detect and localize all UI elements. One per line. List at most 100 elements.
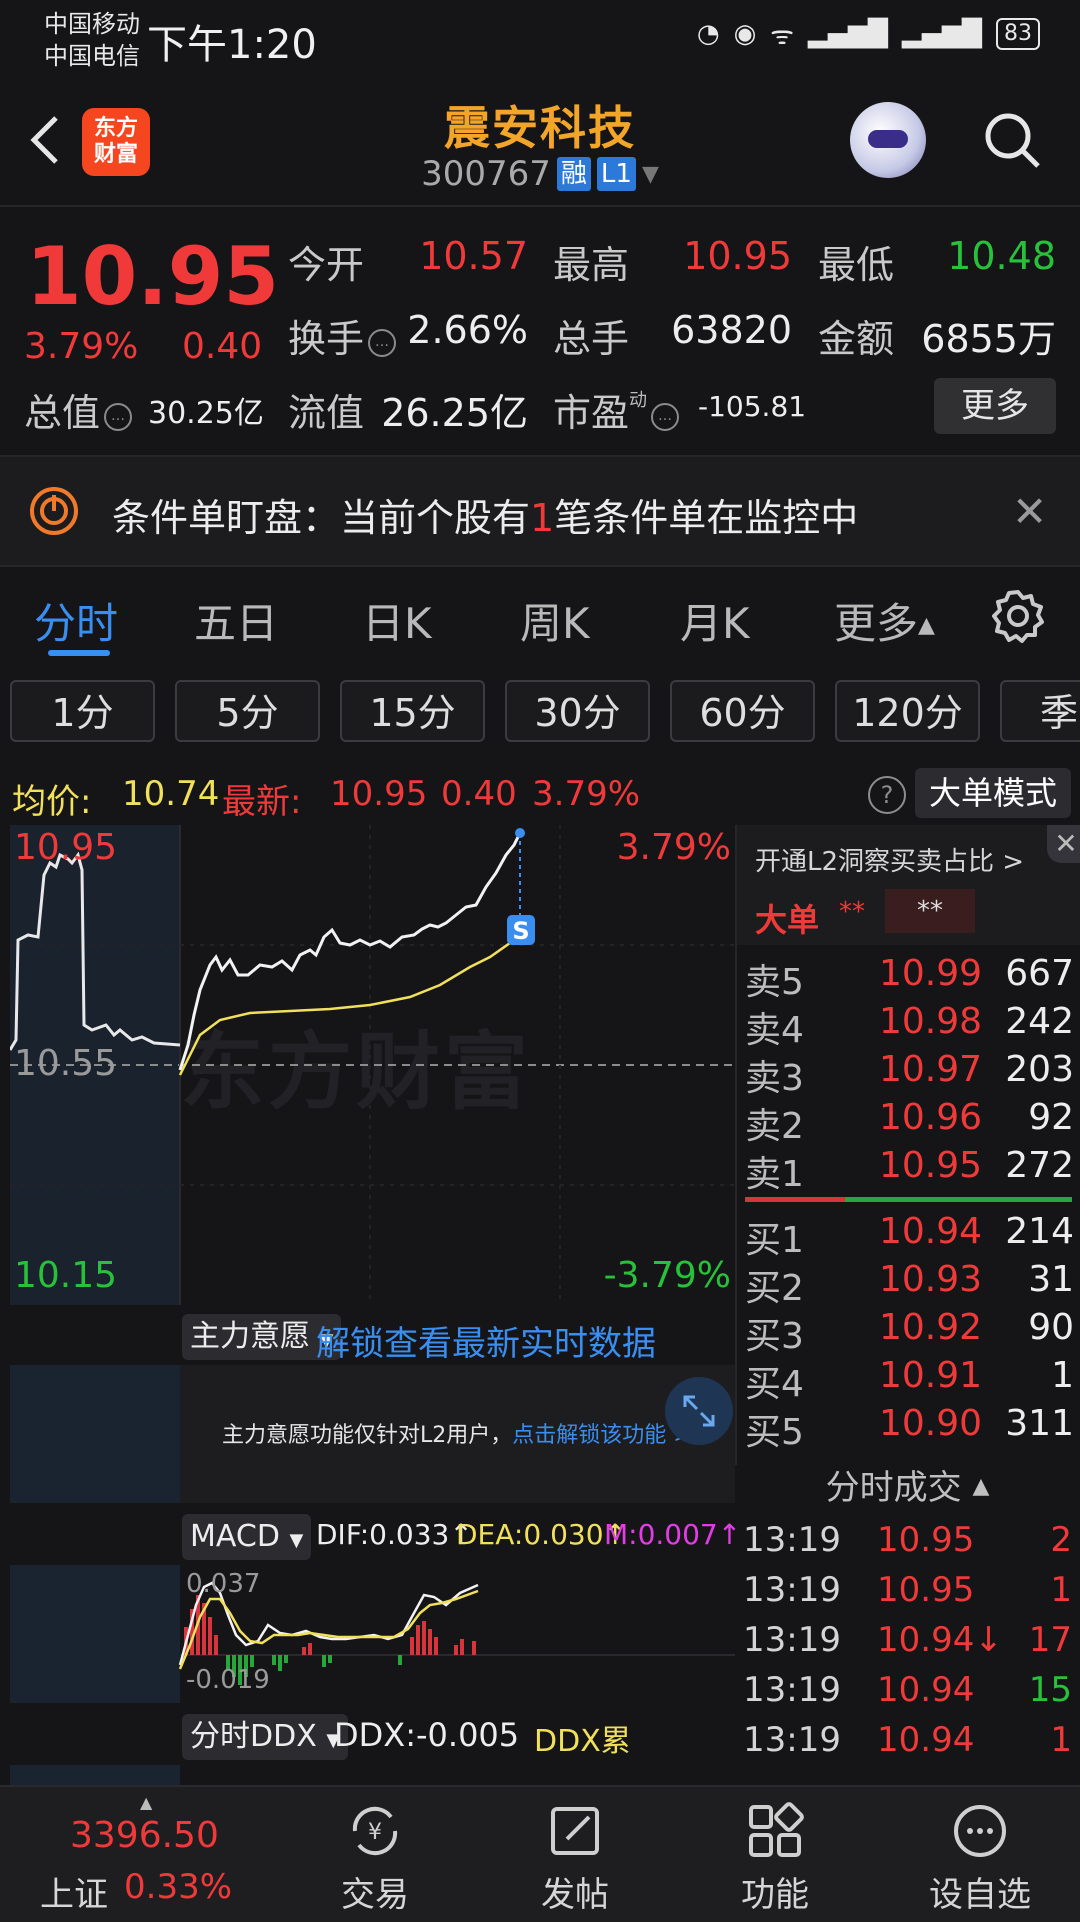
tick-price: 10.95 (877, 1520, 975, 1560)
tick-row[interactable]: 13:19 10.94 15 (735, 1670, 1080, 1718)
macd-chart[interactable]: 0.037 -0.019 (10, 1565, 735, 1703)
tick-price: 10.95 (877, 1570, 975, 1610)
tab-five-day[interactable]: 五日 (194, 590, 278, 651)
unlock-link[interactable]: 解锁查看最新实时数据 (316, 1316, 656, 1365)
tick-title[interactable]: 分时成交 ▲ (735, 1460, 1080, 1509)
order-row[interactable]: 买2 10.93 31 (737, 1259, 1080, 1309)
close-icon[interactable]: ✕ (1047, 825, 1080, 863)
order-row[interactable]: 卖5 10.99 667 (737, 953, 1080, 1003)
pre-market-zone (10, 1765, 180, 1785)
period-30min[interactable]: 30分 (505, 680, 650, 742)
nav-trade[interactable]: ¥ 交易 (300, 1787, 450, 1922)
condition-order-alert[interactable]: 条件单盯盘：当前个股有1笔条件单在监控中 ✕ (0, 455, 1080, 567)
caret-up-icon: ▲ (972, 1474, 990, 1499)
big-order-mode-button[interactable]: 大单模式 (915, 768, 1071, 818)
tick-row[interactable]: 13:19 10.95 2 (735, 1520, 1080, 1568)
pe-value: -105.81 (698, 390, 807, 423)
avg-label: 均价: (12, 782, 92, 822)
period-60min[interactable]: 60分 (670, 680, 815, 742)
turnover-label[interactable]: 换手… (288, 308, 397, 363)
tick-row[interactable]: 13:19 10.94 1 (735, 1720, 1080, 1768)
robot-avatar-icon[interactable] (850, 102, 926, 178)
low-value: 10.48 (947, 234, 1056, 278)
quote-panel: 10.95 3.79% 0.40 今开 10.57 最高 10.95 最低 10… (0, 210, 1080, 450)
high-label: 最高 (553, 243, 630, 287)
tick-price: 10.94 (877, 1670, 975, 1710)
order-level: 买2 (745, 1268, 804, 1309)
order-row[interactable]: 买3 10.92 90 (737, 1307, 1080, 1357)
tab-daily-k[interactable]: 日K (362, 590, 432, 651)
period-quarter[interactable]: 季 (1000, 680, 1080, 742)
clock: 下午1:20 (147, 22, 317, 68)
eye-icon: ◉ (733, 19, 757, 49)
chart-top-price: 10.95 (14, 827, 118, 868)
tab-monthly-k[interactable]: 月K (680, 590, 750, 651)
info-icon: … (104, 403, 133, 431)
order-row[interactable]: 买5 10.90 311 (737, 1403, 1080, 1453)
more-button[interactable]: 更多 (934, 378, 1056, 434)
open-label: 今开 (288, 243, 365, 287)
pe-label[interactable]: 市盈动… (553, 382, 680, 437)
signal-icon-2: ▂▄▆█ (902, 19, 982, 49)
carrier-1: 中国移动 (44, 10, 140, 38)
intraday-chart[interactable]: 东方财富 S 10.95 10.55 10.15 3.79% -3.79% (10, 825, 735, 1305)
period-15min[interactable]: 15分 (340, 680, 485, 742)
macd-selector[interactable]: MACD ▼ (182, 1514, 312, 1560)
close-icon[interactable]: ✕ (1012, 487, 1047, 536)
order-row[interactable]: 卖3 10.97 203 (737, 1049, 1080, 1099)
price-summary-row: 均价: 10.74 最新: 10.95 0.40 3.79% ? 大单模式 (0, 768, 1080, 822)
l2-link[interactable]: 开通L2洞察买卖占比 > (755, 841, 1024, 878)
order-price: 10.96 (879, 1097, 983, 1138)
grid-apps-icon (749, 1802, 804, 1857)
expand-icon[interactable] (665, 1377, 733, 1445)
locked-message: 主力意愿功能仅针对L2用户，点击解锁该功能 > (222, 1423, 692, 1448)
tab-weekly-k[interactable]: 周K (520, 590, 590, 651)
tab-indicator (48, 650, 110, 656)
ddx-selector[interactable]: 分时DDX ▼ (182, 1714, 349, 1760)
tick-row[interactable]: 13:19 10.95 1 (735, 1570, 1080, 1618)
order-level: 卖1 (745, 1154, 804, 1195)
tick-volume: 15 (1028, 1670, 1072, 1710)
tick-row[interactable]: 13:19 10.94↓ 17 (735, 1620, 1080, 1668)
signal-dot (515, 828, 525, 838)
wifi-icon: ᯤ (770, 21, 795, 51)
info-icon: … (651, 403, 680, 431)
tab-intraday[interactable]: 分时 (34, 590, 118, 651)
period-120min[interactable]: 120分 (835, 680, 980, 742)
order-row[interactable]: 买4 10.91 1 (737, 1355, 1080, 1405)
tick-price: 10.94 (877, 1720, 975, 1760)
latest-change: 0.40 (441, 774, 517, 814)
period-1min[interactable]: 1分 (10, 680, 155, 742)
gear-icon[interactable] (990, 588, 1046, 644)
edit-icon (551, 1807, 599, 1855)
tick-volume: 2 (1050, 1520, 1072, 1560)
ask-bar (745, 1197, 845, 1202)
order-book-header: 开通L2洞察买卖占比 > ✕ 大单 ** ** (737, 825, 1080, 945)
svg-text:¥: ¥ (368, 1820, 382, 1845)
battery-icon: 83 (996, 18, 1040, 50)
alert-text: 条件单盯盘：当前个股有1笔条件单在监控中 (112, 496, 859, 540)
status-bar: 中国移动 中国电信 下午1:20 ◔ ◉ ᯤ ▂▄▆█ ▂▄▆█ 83 (0, 0, 1080, 80)
market-index[interactable]: ▲ 3396.50 上证 0.33% (20, 1787, 240, 1922)
nav-function[interactable]: 功能 (700, 1787, 850, 1922)
nav-watchlist[interactable]: 设自选 (905, 1787, 1055, 1922)
order-row[interactable]: 买1 10.94 214 (737, 1211, 1080, 1261)
nav-post[interactable]: 发帖 (500, 1787, 650, 1922)
tick-time: 13:19 (743, 1520, 841, 1560)
change-percent: 3.79% (24, 326, 139, 367)
tab-more[interactable]: 更多▲ (834, 590, 935, 651)
order-book: 开通L2洞察买卖占比 > ✕ 大单 ** ** 卖5 10.99 667 卖4 10.9… (735, 825, 1080, 1465)
period-5min[interactable]: 5分 (175, 680, 320, 742)
index-pct: 0.33% (124, 1867, 233, 1907)
signal-marker-label[interactable]: S (506, 917, 536, 945)
ddx-chart[interactable] (10, 1765, 735, 1785)
help-icon[interactable]: ? (868, 776, 906, 814)
status-icons: ◔ ◉ ᯤ ▂▄▆█ ▂▄▆█ 83 (697, 16, 1040, 52)
mktcap-label[interactable]: 总值… (24, 382, 133, 437)
order-row[interactable]: 卖1 10.95 272 (737, 1145, 1080, 1195)
caret-up-icon: ▲ (918, 613, 935, 638)
level-tag: L1 (596, 157, 636, 191)
order-row[interactable]: 卖2 10.96 92 (737, 1097, 1080, 1147)
order-row[interactable]: 卖4 10.98 242 (737, 1001, 1080, 1051)
search-icon[interactable] (980, 108, 1044, 172)
